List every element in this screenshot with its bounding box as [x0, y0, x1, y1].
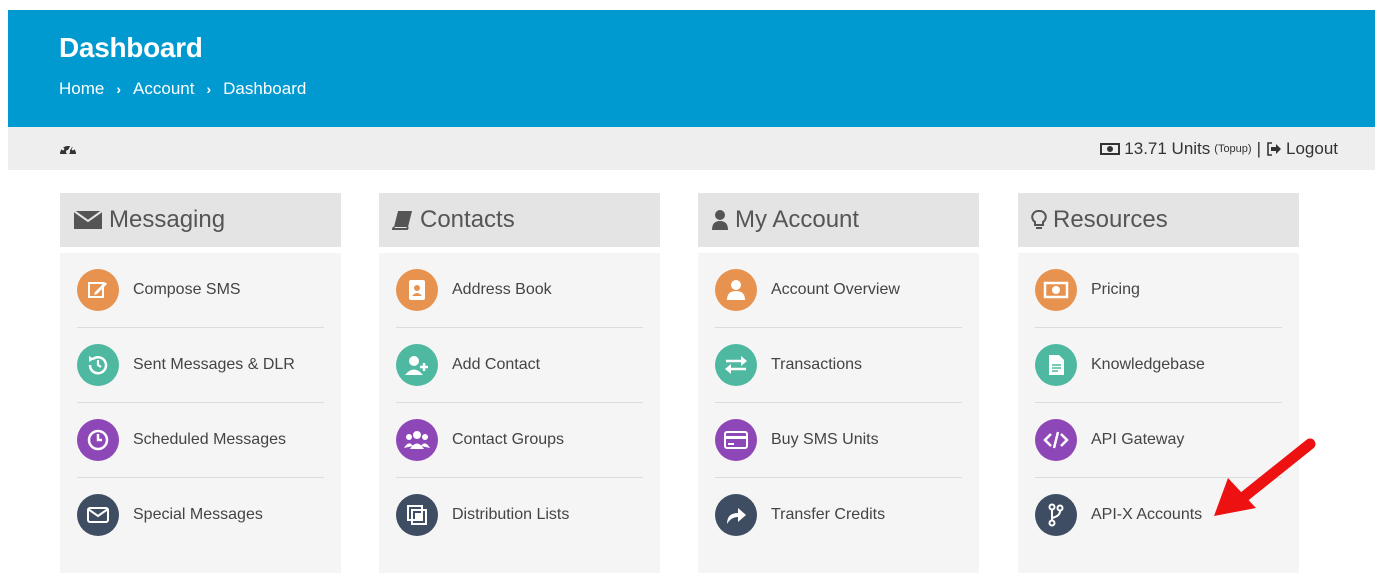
menu-item-special-messages[interactable]: Special Messages	[77, 478, 324, 552]
menu-item-label: Compose SMS	[133, 281, 241, 298]
units-balance[interactable]: 13.71 Units	[1124, 139, 1210, 159]
card-title: My Account	[735, 206, 860, 233]
menu-item-label: Pricing	[1091, 281, 1140, 298]
menu-item-address-book[interactable]: Address Book	[396, 253, 643, 328]
menu-item-label: Add Contact	[452, 356, 541, 373]
card-title: Contacts	[420, 206, 515, 233]
branch-icon	[1035, 494, 1077, 536]
copy-icon	[396, 494, 438, 536]
card-header: Messaging	[60, 193, 341, 247]
menu-item-sent-messages[interactable]: Sent Messages & DLR	[77, 328, 324, 403]
user-icon	[715, 269, 757, 311]
card-body: Account Overview Transactions Buy SMS Un…	[698, 253, 979, 573]
user-plus-icon	[396, 344, 438, 386]
menu-item-label: Sent Messages & DLR	[133, 356, 295, 373]
menu-item-label: Address Book	[452, 281, 552, 298]
breadcrumb: Home › Account › Dashboard	[59, 79, 306, 99]
menu-item-label: Knowledgebase	[1091, 356, 1205, 373]
breadcrumb-home[interactable]: Home	[59, 79, 104, 99]
menu-item-label: API Gateway	[1091, 431, 1185, 448]
card-body: Address Book Add Contact Contact Groups …	[379, 253, 660, 573]
logout-link[interactable]: Logout	[1286, 139, 1338, 159]
menu-item-label: Account Overview	[771, 281, 900, 298]
menu-item-label: Transfer Credits	[771, 506, 886, 523]
menu-item-label: Contact Groups	[452, 431, 565, 448]
dashboard-icon[interactable]	[58, 139, 78, 157]
menu-item-add-contact[interactable]: Add Contact	[396, 328, 643, 403]
money-icon	[1035, 269, 1077, 311]
menu-item-scheduled-messages[interactable]: Scheduled Messages	[77, 403, 324, 478]
card-header: Contacts	[379, 193, 660, 247]
lightbulb-icon	[1031, 209, 1047, 229]
code-icon	[1035, 419, 1077, 461]
menu-item-transactions[interactable]: Transactions	[715, 328, 962, 403]
card-messaging: Messaging Compose SMS Sent Messages & DL…	[60, 193, 341, 573]
breadcrumb-separator: ›	[206, 81, 212, 97]
breadcrumb-separator: ›	[116, 81, 122, 97]
menu-item-knowledgebase[interactable]: Knowledgebase	[1035, 328, 1282, 403]
document-icon	[1035, 344, 1077, 386]
exchange-icon	[715, 344, 757, 386]
card-header: Resources	[1018, 193, 1299, 247]
menu-item-buy-sms-units[interactable]: Buy SMS Units	[715, 403, 962, 478]
toolbar: 13.71 Units (Topup) | Logout	[8, 127, 1375, 170]
breadcrumb-account[interactable]: Account	[133, 79, 194, 99]
page-title: Dashboard	[59, 32, 203, 63]
card-title: Resources	[1053, 206, 1168, 233]
menu-item-transfer-credits[interactable]: Transfer Credits	[715, 478, 962, 552]
card-body: Pricing Knowledgebase API Gateway API-X …	[1018, 253, 1299, 573]
user-icon	[712, 210, 728, 230]
card-body: Compose SMS Sent Messages & DLR Schedule…	[60, 253, 341, 573]
page-header: Dashboard Home › Account › Dashboard	[8, 10, 1375, 127]
compose-icon	[77, 269, 119, 311]
menu-item-label: Distribution Lists	[452, 506, 570, 523]
share-icon	[715, 494, 757, 536]
address-book-icon	[396, 269, 438, 311]
menu-item-label: Transactions	[771, 356, 862, 373]
history-icon	[77, 344, 119, 386]
card-my-account: My Account Account Overview Transactions…	[698, 193, 979, 573]
account-status: 13.71 Units (Topup) | Logout	[1100, 139, 1338, 159]
menu-item-pricing[interactable]: Pricing	[1035, 253, 1282, 328]
credit-card-icon	[715, 419, 757, 461]
menu-item-label: Special Messages	[133, 506, 263, 523]
users-icon	[396, 419, 438, 461]
logout-icon[interactable]	[1266, 142, 1282, 156]
breadcrumb-current: Dashboard	[223, 79, 307, 98]
menu-item-label: Buy SMS Units	[771, 431, 879, 448]
menu-item-account-overview[interactable]: Account Overview	[715, 253, 962, 328]
envelope-icon	[77, 494, 119, 536]
card-contacts: Contacts Address Book Add Contact Contac…	[379, 193, 660, 573]
clock-icon	[77, 419, 119, 461]
card-header: My Account	[698, 193, 979, 247]
card-title: Messaging	[109, 206, 226, 233]
annotation-arrow-icon	[1214, 438, 1316, 516]
menu-item-contact-groups[interactable]: Contact Groups	[396, 403, 643, 478]
toolbar-divider: |	[1256, 139, 1261, 158]
menu-item-compose-sms[interactable]: Compose SMS	[77, 253, 324, 328]
book-icon	[392, 211, 412, 230]
menu-item-distribution-lists[interactable]: Distribution Lists	[396, 478, 643, 552]
money-icon	[1100, 143, 1121, 155]
units-type: (Topup)	[1214, 143, 1252, 155]
menu-item-label: API-X Accounts	[1091, 506, 1203, 523]
menu-item-label: Scheduled Messages	[133, 431, 286, 448]
envelope-icon	[73, 210, 103, 229]
